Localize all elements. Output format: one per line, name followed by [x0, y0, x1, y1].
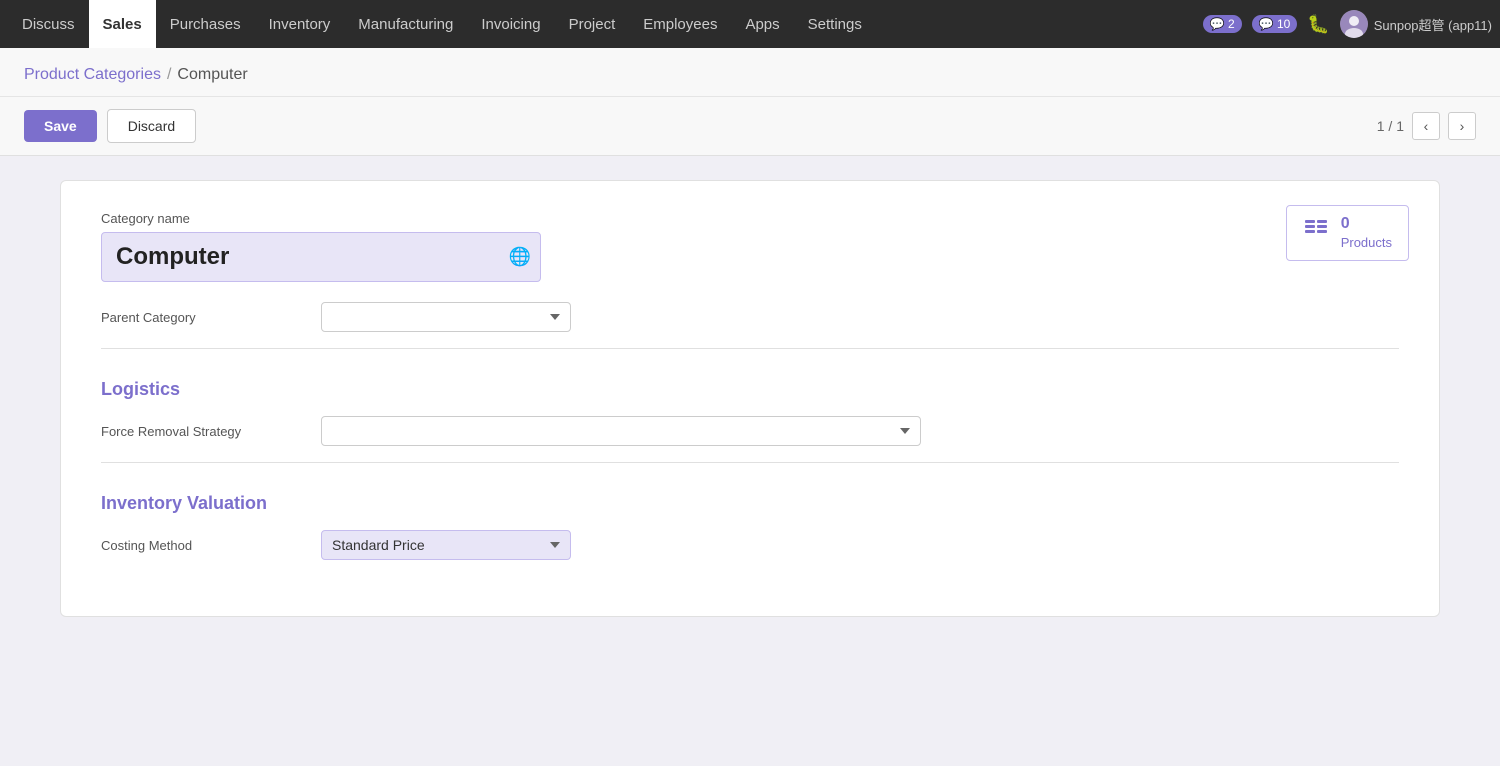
- breadcrumb-current: Computer: [177, 66, 247, 84]
- pager-label: 1 / 1: [1377, 118, 1404, 134]
- inventory-valuation-section-title: Inventory Valuation: [101, 493, 1399, 514]
- force-removal-strategy-select[interactable]: First In First Out (FIFO) Last In First …: [321, 416, 921, 446]
- products-button-text: 0 Products: [1341, 214, 1392, 252]
- force-removal-strategy-row: Force Removal Strategy First In First Ou…: [101, 416, 1399, 446]
- nav-item-apps[interactable]: Apps: [731, 0, 793, 48]
- parent-category-select[interactable]: [321, 302, 571, 332]
- logistics-section-title: Logistics: [101, 379, 1399, 400]
- notification-badge-1[interactable]: 💬 2: [1203, 15, 1242, 33]
- smart-buttons-area: 0 Products: [1286, 205, 1409, 261]
- pager-next-button[interactable]: ›: [1448, 112, 1476, 140]
- nav-right: 💬 2 💬 10 🐛 Sunpop超管 (app11): [1203, 10, 1492, 38]
- navbar: Discuss Sales Purchases Inventory Manufa…: [0, 0, 1500, 48]
- breadcrumb-parent[interactable]: Product Categories: [24, 66, 161, 84]
- pager-prev-button[interactable]: ‹: [1412, 112, 1440, 140]
- main-content: 0 Products Category name 🌐 Parent Catego…: [0, 156, 1500, 766]
- costing-method-row: Costing Method Standard Price Average Co…: [101, 530, 1399, 560]
- save-button[interactable]: Save: [24, 110, 97, 142]
- breadcrumb-separator: /: [167, 66, 171, 84]
- user-menu[interactable]: Sunpop超管 (app11): [1340, 10, 1492, 38]
- globe-icon[interactable]: 🌐: [509, 247, 531, 268]
- parent-category-row: Parent Category: [101, 302, 1399, 332]
- nav-item-invoicing[interactable]: Invoicing: [467, 0, 554, 48]
- force-removal-label: Force Removal Strategy: [101, 416, 321, 439]
- nav-item-manufacturing[interactable]: Manufacturing: [344, 0, 467, 48]
- nav-item-purchases[interactable]: Purchases: [156, 0, 255, 48]
- logistics-divider: [101, 348, 1399, 349]
- username-label: Sunpop超管 (app11): [1374, 15, 1492, 34]
- valuation-divider: [101, 462, 1399, 463]
- breadcrumb: Product Categories / Computer: [0, 48, 1500, 97]
- toolbar: Save Discard 1 / 1 ‹ ›: [0, 97, 1500, 156]
- nav-item-settings[interactable]: Settings: [794, 0, 876, 48]
- costing-method-select[interactable]: Standard Price Average Cost (AVCO) First…: [321, 530, 571, 560]
- nav-item-inventory[interactable]: Inventory: [255, 0, 345, 48]
- discard-button[interactable]: Discard: [107, 109, 196, 143]
- category-name-input[interactable]: [101, 232, 541, 282]
- parent-category-control: [321, 302, 1399, 332]
- category-name-section: Category name 🌐: [101, 211, 1399, 282]
- products-label: Products: [1341, 235, 1392, 252]
- nav-item-project[interactable]: Project: [555, 0, 630, 48]
- nav-item-employees[interactable]: Employees: [629, 0, 731, 48]
- parent-category-label: Parent Category: [101, 302, 321, 325]
- avatar: [1340, 10, 1368, 38]
- nav-item-sales[interactable]: Sales: [89, 0, 156, 48]
- notification-badge-2[interactable]: 💬 10: [1252, 15, 1298, 33]
- products-count: 0: [1341, 214, 1392, 235]
- nav-item-discuss[interactable]: Discuss: [8, 0, 89, 48]
- toolbar-right: 1 / 1 ‹ ›: [1377, 112, 1476, 140]
- force-removal-control: First In First Out (FIFO) Last In First …: [321, 416, 1399, 446]
- category-name-label: Category name: [101, 211, 1399, 226]
- form-card: 0 Products Category name 🌐 Parent Catego…: [60, 180, 1440, 617]
- category-name-input-wrap: 🌐: [101, 232, 541, 282]
- costing-method-label: Costing Method: [101, 530, 321, 553]
- products-smart-button[interactable]: 0 Products: [1286, 205, 1409, 261]
- debug-icon[interactable]: 🐛: [1307, 14, 1329, 35]
- products-list-icon: [1303, 216, 1331, 250]
- costing-method-control: Standard Price Average Cost (AVCO) First…: [321, 530, 1399, 560]
